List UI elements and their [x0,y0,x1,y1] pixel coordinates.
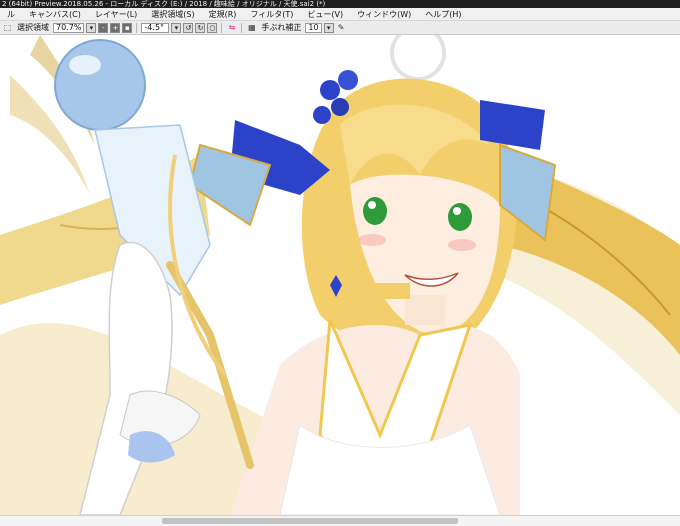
selection-label: 選択領域 [17,23,49,32]
neck [405,295,445,325]
menu-tool[interactable]: ル [0,8,22,20]
zoom-in-button[interactable]: + [110,22,121,33]
rotation-field[interactable]: -4.5° [141,22,170,33]
rose-2 [338,70,358,90]
drawing-canvas[interactable] [0,35,680,515]
window-title: 2 (64bit) Preview.2018.05.26 - ローカル ディスク… [2,0,326,8]
zoom-out-button[interactable]: - [98,22,109,33]
choker [350,283,410,299]
menu-ruler[interactable]: 定規(R) [202,8,244,20]
right-blush [448,239,476,251]
menu-canvas[interactable]: キャンバス(C) [22,8,88,20]
zoom-field[interactable]: 70.7% [53,22,85,33]
window-title-bar: 2 (64bit) Preview.2018.05.26 - ローカル ディスク… [0,0,680,8]
menu-window[interactable]: ウィンドウ(W) [350,8,418,20]
zoom-reset-icon[interactable]: ▪ [122,22,133,33]
left-eye-highlight [368,201,376,209]
rotation-reset-icon[interactable]: ○ [207,22,218,33]
scrollbar-thumb[interactable] [162,518,458,524]
rotate-left-icon[interactable]: ↺ [183,22,194,33]
menu-bar: ル キャンバス(C) レイヤー(L) 選択領域(S) 定規(R) フィルタ(T)… [0,8,680,21]
flip-icon[interactable]: ⇋ [226,23,237,33]
right-eye-highlight [453,207,461,215]
zoom-dropdown-button[interactable]: ▾ [86,22,97,33]
rotation-dropdown-button[interactable]: ▾ [171,22,182,33]
stabilizer-icon: ▦ [248,22,256,32]
staff-orb-highlight [69,55,101,75]
toolbar-divider [241,22,243,33]
toolbar-divider [136,22,138,33]
rose-1 [320,80,340,100]
left-eye [363,197,387,225]
toolbar-divider [221,22,223,33]
rotate-right-icon[interactable]: ↻ [195,22,206,33]
view-toolbar: ⬚ 選択領域 70.7% ▾ - + ▪ -4.5° ▾ ↺ ↻ ○ ⇋ ▦ 手… [0,21,680,35]
menu-layer[interactable]: レイヤー(L) [88,8,144,20]
stabilizer-field[interactable]: 10 [305,22,322,33]
rose-4 [313,106,331,124]
selection-icon[interactable]: ⬚ [2,23,13,33]
horizontal-scrollbar[interactable] [0,515,680,526]
left-blush [358,234,386,246]
menu-help[interactable]: ヘルプ(H) [418,8,468,20]
staff-orb [54,39,146,131]
pen-icon[interactable]: ✎ [336,23,347,33]
rose-3 [331,98,349,116]
stabilizer-dropdown-button[interactable]: ▾ [323,22,334,33]
right-eye [448,203,472,231]
menu-selection[interactable]: 選択領域(S) [144,8,201,20]
illustration [0,35,680,515]
halo [390,35,446,81]
menu-filter[interactable]: フィルタ(T) [243,8,300,20]
stabilizer-label: 手ぶれ補正 [261,23,302,32]
menu-view[interactable]: ビュー(V) [300,8,350,20]
